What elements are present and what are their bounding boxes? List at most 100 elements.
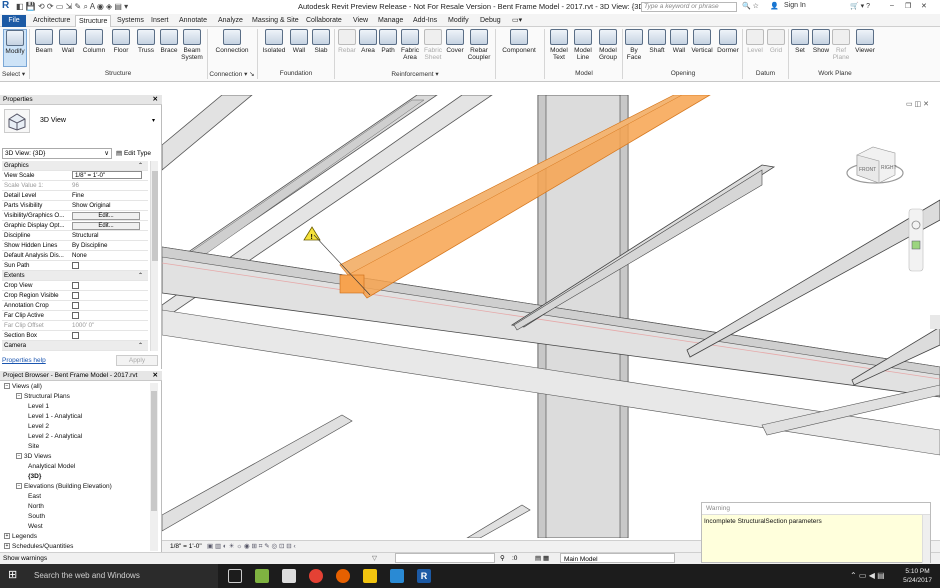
- tab-manage[interactable]: Manage: [375, 15, 406, 27]
- property-value[interactable]: [72, 301, 146, 311]
- app-icon-2[interactable]: [390, 569, 404, 583]
- tab-architecture[interactable]: Architecture: [30, 15, 73, 27]
- collapse-icon[interactable]: −: [16, 453, 22, 460]
- property-value[interactable]: Edit...: [72, 221, 146, 231]
- brace-button[interactable]: Brace: [158, 29, 180, 54]
- browser-item[interactable]: East: [28, 493, 41, 500]
- property-value[interactable]: [72, 281, 146, 291]
- model-group-button[interactable]: Model Group: [596, 29, 620, 61]
- search-input[interactable]: Type a keyword or phrase: [641, 2, 737, 12]
- model-line-button[interactable]: Model Line: [572, 29, 594, 61]
- property-section[interactable]: Extents ⌃: [2, 271, 148, 281]
- structural-model-canvas[interactable]: ! FRONT RIGHT ▭ ◫ ✕: [162, 95, 940, 538]
- browser-item[interactable]: North: [28, 503, 44, 510]
- edit-button[interactable]: Edit...: [72, 222, 140, 230]
- 3d-viewport[interactable]: ! FRONT RIGHT ▭ ◫ ✕: [162, 95, 940, 538]
- workset-selector[interactable]: [395, 553, 495, 563]
- property-value[interactable]: [72, 331, 146, 341]
- cover-button[interactable]: Cover: [445, 29, 465, 54]
- type-dropdown-icon[interactable]: ▾: [152, 117, 155, 124]
- tab-file[interactable]: File: [2, 15, 26, 27]
- browser-item[interactable]: + Legends: [4, 533, 37, 540]
- warning-message[interactable]: Incomplete StructuralSection parameters: [702, 515, 930, 528]
- browser-item[interactable]: − Elevations (Building Elevation): [16, 483, 112, 490]
- firefox-icon[interactable]: [336, 569, 350, 583]
- browser-item[interactable]: Analytical Model: [28, 463, 75, 470]
- calculator-icon[interactable]: [282, 569, 296, 583]
- properties-scrollbar[interactable]: [150, 161, 158, 351]
- property-checkbox[interactable]: [72, 311, 79, 319]
- browser-item[interactable]: − Views (all): [4, 383, 42, 390]
- truss-button[interactable]: Truss: [135, 29, 157, 54]
- user-icon[interactable]: 👤: [770, 2, 779, 10]
- cart-icon[interactable]: 🛒 ▾ ?: [850, 2, 870, 10]
- area-button[interactable]: Area: [359, 29, 377, 54]
- selected-beam[interactable]: [339, 95, 711, 299]
- property-value[interactable]: 1/8" = 1'-0": [72, 171, 146, 181]
- browser-item[interactable]: − Structural Plans: [16, 393, 70, 400]
- wall-button[interactable]: Wall: [58, 29, 78, 54]
- property-value[interactable]: Fine: [72, 191, 146, 201]
- close-icon[interactable]: ✕: [153, 371, 158, 381]
- isolated-button[interactable]: Isolated: [261, 29, 287, 54]
- collapse-icon[interactable]: −: [16, 393, 22, 400]
- viewer-button[interactable]: Viewer: [852, 29, 878, 54]
- group-connection[interactable]: Connection ▾ ↘: [207, 70, 257, 78]
- tab-debug[interactable]: Debug: [477, 15, 504, 27]
- fabric-sheet-button[interactable]: Fabric Sheet: [422, 29, 444, 61]
- tab-systems[interactable]: Systems: [114, 15, 147, 27]
- property-value[interactable]: [72, 291, 146, 301]
- model-text-button[interactable]: Model Text: [548, 29, 570, 61]
- property-value[interactable]: Show Original: [72, 201, 146, 211]
- minimize-button[interactable]: –: [890, 2, 894, 9]
- fabric-area-button[interactable]: Fabric Area: [399, 29, 421, 61]
- view-cube-right-label[interactable]: RIGHT: [881, 165, 897, 171]
- connection-button[interactable]: Connection: [212, 29, 252, 54]
- property-checkbox[interactable]: [72, 261, 79, 269]
- task-view-icon[interactable]: [228, 569, 242, 583]
- expand-icon[interactable]: +: [4, 543, 10, 550]
- editing-requests-icon[interactable]: ⚲: [500, 553, 505, 564]
- property-checkbox[interactable]: [72, 281, 79, 289]
- level-button[interactable]: Level: [745, 29, 765, 54]
- set-button[interactable]: Set: [791, 29, 809, 54]
- browser-item[interactable]: Level 1 - Analytical: [28, 413, 82, 420]
- view-scale-input[interactable]: 1/8" = 1'-0": [72, 171, 142, 179]
- warning-scrollbar[interactable]: [922, 515, 930, 563]
- taskbar-search[interactable]: ⊞ Search the web and Windows: [0, 564, 218, 588]
- scrollbar-thumb[interactable]: [152, 171, 158, 261]
- edit-button[interactable]: Edit...: [72, 212, 140, 220]
- path-button[interactable]: Path: [379, 29, 397, 54]
- beam-system-button[interactable]: Beam System: [180, 29, 204, 61]
- view-cube-front-label[interactable]: FRONT: [859, 167, 876, 173]
- property-value[interactable]: [72, 261, 146, 271]
- filter-icon[interactable]: ▽: [372, 553, 377, 564]
- view-control-icons[interactable]: ▣ ▥ ◐ ☀ ☼ ◉ ⊞ ⌗ ✎ ◎ ⊡ ⊟ ‹: [207, 542, 296, 551]
- browser-item[interactable]: South: [28, 513, 45, 520]
- show-button[interactable]: Show: [811, 29, 831, 54]
- view-window-controls[interactable]: ▭ ◫ ✕: [906, 101, 929, 108]
- browser-item[interactable]: + Schedules/Quantities: [4, 543, 73, 550]
- property-checkbox[interactable]: [72, 331, 79, 339]
- tab-structure[interactable]: Structure: [75, 15, 112, 27]
- vertical-button[interactable]: Vertical: [690, 29, 714, 54]
- taskbar-search-text[interactable]: Search the web and Windows: [34, 571, 140, 580]
- file-explorer-icon[interactable]: [363, 569, 377, 583]
- floor-button[interactable]: Floor: [110, 29, 132, 54]
- browser-item[interactable]: Level 1: [28, 403, 49, 410]
- slab-button[interactable]: Slab: [311, 29, 331, 54]
- view-cube[interactable]: FRONT RIGHT: [846, 146, 904, 184]
- ref-plane-button[interactable]: Ref Plane: [832, 29, 850, 61]
- property-section[interactable]: Camera ⌃: [2, 341, 148, 351]
- browser-item[interactable]: Level 2 - Analytical: [28, 433, 82, 440]
- clock[interactable]: 5:10 PM 5/24/2017: [903, 567, 932, 585]
- revit-taskbar-icon[interactable]: R: [417, 569, 431, 583]
- group-reinforcement[interactable]: Reinforcement ▾: [335, 70, 495, 78]
- column-button[interactable]: Column: [81, 29, 107, 54]
- tab-massing-site[interactable]: Massing & Site: [249, 15, 302, 27]
- browser-item[interactable]: West: [28, 523, 43, 530]
- view-scale[interactable]: 1/8" = 1'-0": [170, 543, 202, 550]
- collapse-icon[interactable]: −: [16, 483, 22, 490]
- tab-options-icon[interactable]: ▭▾: [509, 15, 525, 27]
- quick-access-toolbar[interactable]: ◧ 💾 ⟲ ⟳ ▭ ⇲ ✎ ⌕ A ◉ ◈ ▤ ▾: [16, 2, 128, 12]
